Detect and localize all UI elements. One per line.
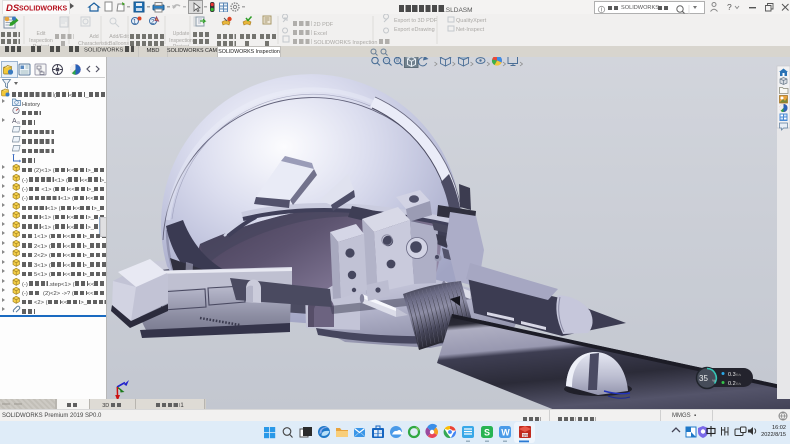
svg-text:DS: DS: [6, 3, 20, 14]
svg-text:%: %: [712, 378, 716, 383]
svg-text:W: W: [501, 428, 510, 438]
svg-text:S: S: [484, 428, 490, 438]
svg-text:0.3: 0.3: [728, 372, 736, 378]
svg-text:35: 35: [699, 374, 708, 383]
svg-text:SW: SW: [523, 433, 530, 438]
svg-text:0.2: 0.2: [728, 381, 736, 387]
svg-text:a: a: [17, 120, 20, 125]
svg-text:K/s: K/s: [736, 382, 741, 386]
svg-text:?: ?: [727, 2, 732, 12]
svg-text:K/s: K/s: [736, 373, 741, 377]
svg-text:SOLIDWORKS: SOLIDWORKS: [19, 6, 68, 13]
